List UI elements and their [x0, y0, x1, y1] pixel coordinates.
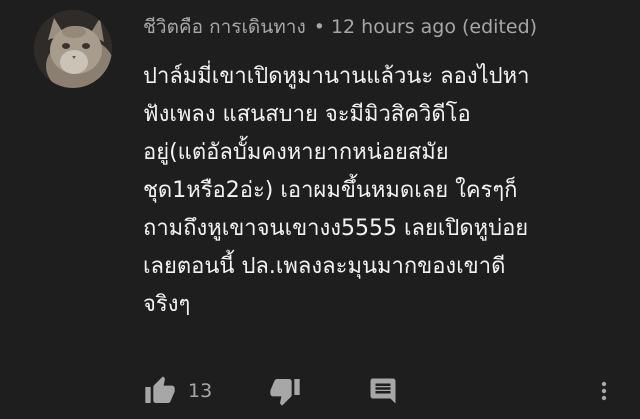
thumbs-down-icon — [270, 379, 300, 406]
avatar[interactable] — [34, 10, 112, 88]
comment-actions: 13 — [0, 366, 640, 414]
more-options-button[interactable] — [590, 374, 618, 408]
comment-line: ปาล์มมี่เขาเปิดหูมานานแล้วนะ ลองไปหา — [143, 64, 530, 89]
more-vertical-icon — [601, 381, 607, 401]
comment: ชีวิตคือ การเดินทาง • 12 hours ago (edited… — [0, 0, 640, 419]
like-button[interactable] — [143, 374, 177, 408]
timestamp[interactable]: 12 hours ago (edited) — [331, 16, 537, 38]
comment-line: เลยตอนนี้ ปล.เพลงละมุนมากของเขาดี — [143, 254, 506, 279]
comment-line: ถามถึงหูเขาจนเขางง5555 เลยเปิดหูบ่อย — [143, 216, 529, 241]
comment-line: อยู่(แต่อัลบั้มคงหายากหน่อยสมัย — [143, 140, 449, 165]
like-count: 13 — [188, 380, 213, 402]
comment-meta: ชีวิตคือ การเดินทาง • 12 hours ago (edited… — [143, 14, 537, 40]
thumbs-up-icon — [145, 376, 175, 403]
comment-line: ชุด1หรือ2อ่ะ) เอาผมขึ้นหมดเลย ใครๆก็ — [143, 178, 518, 203]
comment-line: จริงๆ — [143, 292, 191, 317]
author-name[interactable]: ชีวิตคือ การเดินทาง — [143, 16, 306, 38]
comment-line: ฟังเพลง แสนสบาย จะมีมิวสิควิดีโอ — [143, 102, 471, 127]
dislike-button[interactable] — [268, 374, 302, 408]
comment-text: ปาล์มมี่เขาเปิดหูมานานแล้วนะ ลองไปหา ฟัง… — [143, 58, 613, 324]
reply-button[interactable] — [366, 374, 400, 408]
comment-icon — [370, 378, 396, 404]
separator-dot: • — [313, 16, 325, 38]
